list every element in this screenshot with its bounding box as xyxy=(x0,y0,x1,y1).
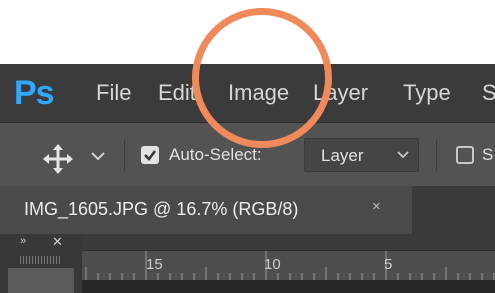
checkmark-icon xyxy=(144,150,157,161)
document-tab-bar: IMG_1605.JPG @ 16.7% (RGB/8) × xyxy=(0,186,495,234)
menu-file[interactable]: File xyxy=(96,80,131,106)
tool-preset-chevron-down-icon[interactable] xyxy=(90,149,106,163)
photoshop-logo: Ps xyxy=(14,74,55,112)
move-tool-icon[interactable] xyxy=(42,143,74,175)
ruler-label: 10 xyxy=(264,256,281,273)
close-panel-icon[interactable]: ✕ xyxy=(52,234,63,250)
chevron-down-icon xyxy=(397,151,409,159)
menu-type[interactable]: Type xyxy=(403,80,451,106)
tools-panel-body xyxy=(8,268,74,293)
ruler-label: 5 xyxy=(384,256,393,273)
canvas-area xyxy=(82,280,495,293)
ruler-top-space xyxy=(82,234,495,250)
menu-select-truncated[interactable]: S xyxy=(482,80,495,106)
auto-select-label: Auto-Select: xyxy=(169,145,262,164)
auto-select-checkbox[interactable] xyxy=(141,146,159,164)
highlight-circle xyxy=(192,8,332,148)
options-divider xyxy=(436,139,437,171)
ruler-label: 15 xyxy=(146,256,163,273)
show-transform-controls-checkbox[interactable] xyxy=(456,146,474,164)
horizontal-ruler[interactable]: 15 10 5 xyxy=(82,250,495,281)
close-tab-icon[interactable]: × xyxy=(372,198,381,215)
menu-edit[interactable]: Edit xyxy=(158,80,196,106)
panel-drag-grip[interactable] xyxy=(20,256,62,264)
ruler-ticks xyxy=(85,251,495,281)
collapse-panel-icon[interactable]: » xyxy=(20,235,27,247)
document-tab-title: IMG_1605.JPG @ 16.7% (RGB/8) xyxy=(24,199,299,219)
tools-panel-header: » ✕ xyxy=(0,234,82,293)
dropdown-value: Layer xyxy=(321,146,364,165)
auto-select-target-dropdown[interactable]: Layer xyxy=(304,138,419,172)
options-divider xyxy=(124,139,125,171)
truncated-option-label: S xyxy=(482,145,494,164)
document-tab[interactable]: IMG_1605.JPG @ 16.7% (RGB/8) × xyxy=(0,186,412,234)
